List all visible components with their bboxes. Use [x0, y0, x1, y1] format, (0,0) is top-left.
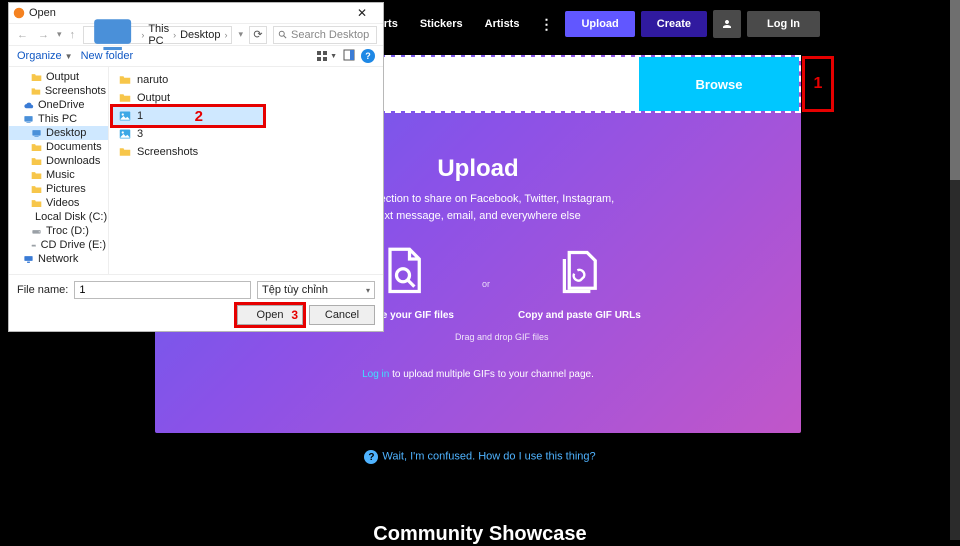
tree-node[interactable]: Desktop — [9, 126, 108, 140]
filename-label: File name: — [17, 284, 68, 296]
document-search-icon — [377, 246, 429, 298]
search-icon — [278, 30, 288, 40]
dialog-footer: File name: Tệp tùy chỉnh▾ Open3 Cancel — [9, 274, 383, 331]
or-label-2: or — [482, 279, 490, 289]
drag-hint: Drag and drop GIF files — [455, 332, 549, 342]
tree-node[interactable]: Output — [9, 70, 108, 84]
grid-icon — [316, 50, 328, 62]
paste-url-label: Copy and paste GIF URLs — [518, 310, 641, 321]
preview-icon — [343, 49, 355, 61]
file-row[interactable]: naruto — [113, 71, 379, 89]
crumb-desktop[interactable]: Desktop — [180, 29, 220, 41]
file-open-dialog: Open ✕ ← → ▾ ↑ › This PC › Desktop › ▾ ⟳… — [8, 2, 384, 332]
filename-input[interactable] — [74, 281, 251, 299]
nav-artists[interactable]: Artists — [477, 14, 528, 34]
file-list[interactable]: narutoOutput123Screenshots — [109, 67, 383, 274]
annotation-1: 1 — [802, 56, 834, 112]
tree-node[interactable]: Local Disk (C:) — [9, 210, 108, 224]
app-icon — [13, 7, 25, 19]
search-input[interactable]: Search Desktop — [273, 26, 377, 44]
paste-url-option[interactable]: Copy and paste GIF URLs — [518, 246, 641, 321]
dialog-titlebar: Open ✕ — [9, 3, 383, 23]
tree-node[interactable]: Troc (D:) — [9, 224, 108, 238]
login-button[interactable]: Log In — [747, 11, 820, 37]
tree-node[interactable]: Downloads — [9, 154, 108, 168]
folder-tree[interactable]: OutputScreenshotsOneDriveThis PCDesktopD… — [9, 67, 109, 274]
tree-node[interactable]: OneDrive — [9, 98, 108, 112]
preview-pane-button[interactable] — [343, 49, 355, 64]
file-row[interactable]: Output — [113, 89, 379, 107]
crumbs-dropdown[interactable]: ▾ — [238, 29, 243, 40]
crumb-thispc[interactable]: This PC — [148, 23, 169, 47]
file-type-select[interactable]: Tệp tùy chỉnh▾ — [257, 281, 375, 299]
confused-link[interactable]: ?Wait, I'm confused. How do I use this t… — [0, 450, 960, 464]
tree-node[interactable]: Music — [9, 168, 108, 182]
browse-button[interactable]: Browse — [639, 57, 799, 111]
forward-button[interactable]: → — [36, 29, 51, 41]
create-button[interactable]: Create — [641, 11, 707, 37]
tree-node[interactable]: This PC — [9, 112, 108, 126]
document-link-icon — [553, 246, 605, 298]
open-button[interactable]: Open3 — [237, 305, 303, 325]
question-icon: ? — [364, 450, 378, 464]
tree-node[interactable]: CD Drive (E:) — [9, 238, 108, 252]
tree-node[interactable]: Pictures — [9, 182, 108, 196]
upload-button[interactable]: Upload — [565, 11, 634, 37]
person-icon — [721, 18, 733, 30]
login-link[interactable]: Log in — [362, 369, 389, 380]
avatar[interactable] — [713, 10, 741, 38]
up-button[interactable]: ↑ — [68, 29, 78, 41]
history-dropdown[interactable]: ▾ — [57, 29, 62, 40]
tree-node[interactable]: Documents — [9, 140, 108, 154]
nav-stickers[interactable]: Stickers — [412, 14, 471, 34]
file-row[interactable]: Screenshots — [113, 143, 379, 161]
cancel-button[interactable]: Cancel — [309, 305, 375, 325]
refresh-button[interactable]: ⟳ — [249, 26, 267, 44]
help-button[interactable]: ? — [361, 49, 375, 63]
toolbar: Organize ▼ New folder ▼ ? — [9, 45, 383, 67]
community-showcase-heading: Community Showcase — [0, 523, 960, 546]
tree-node[interactable]: Videos — [9, 196, 108, 210]
dialog-body: OutputScreenshotsOneDriveThis PCDesktopD… — [9, 67, 383, 274]
file-row[interactable]: 3 — [113, 125, 379, 143]
dialog-title: Open — [29, 7, 56, 19]
organize-menu[interactable]: Organize ▼ — [17, 50, 73, 62]
new-folder-button[interactable]: New folder — [81, 50, 134, 62]
multi-upload-hint: Log in to upload multiple GIFs to your c… — [155, 369, 801, 380]
file-row[interactable]: 12 — [113, 107, 263, 125]
close-button[interactable]: ✕ — [345, 3, 379, 23]
address-bar: ← → ▾ ↑ › This PC › Desktop › ▾ ⟳ Search… — [9, 23, 383, 45]
view-mode-button[interactable]: ▼ — [316, 50, 337, 62]
tree-node[interactable]: Screenshots — [9, 84, 108, 98]
nav-more-icon[interactable]: ⋮ — [533, 16, 559, 33]
tree-node[interactable]: Network — [9, 252, 108, 266]
back-button[interactable]: ← — [15, 29, 30, 41]
breadcrumb[interactable]: › This PC › Desktop › — [83, 26, 232, 44]
